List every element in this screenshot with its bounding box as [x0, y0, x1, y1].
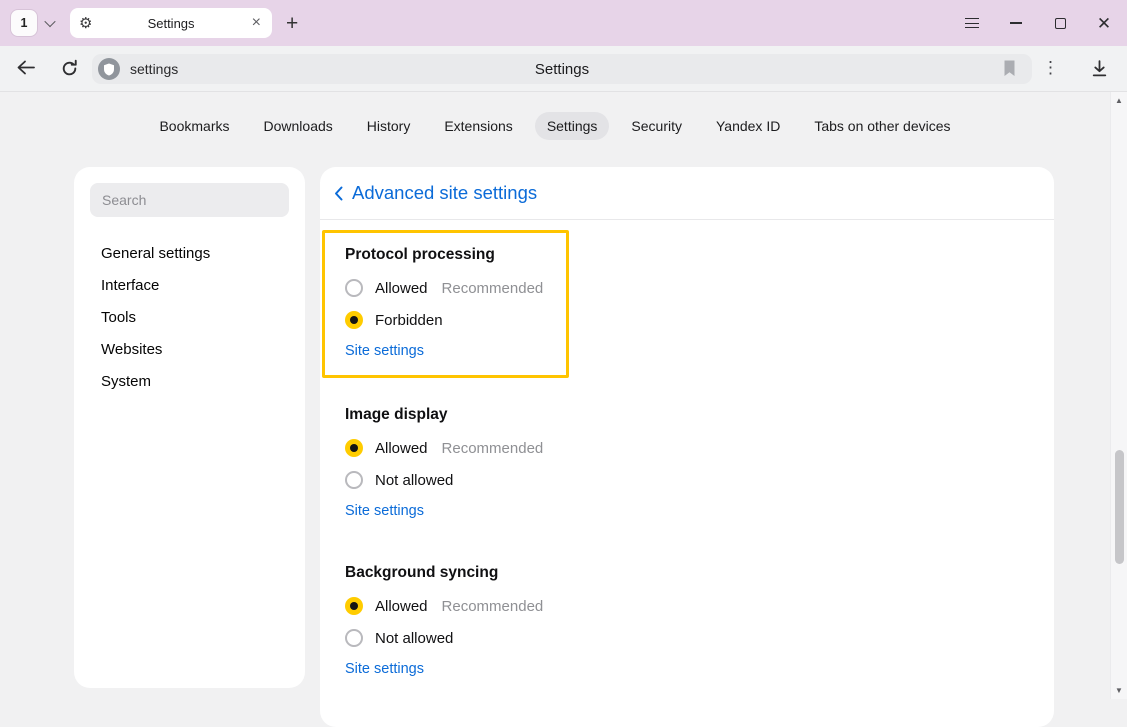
new-tab-button[interactable]: +	[286, 13, 298, 34]
topnav-bookmarks[interactable]: Bookmarks	[147, 112, 241, 140]
tab-group-badge[interactable]: 1	[10, 9, 38, 37]
radio-icon[interactable]	[345, 279, 363, 297]
radio-icon[interactable]	[345, 629, 363, 647]
titlebar: 1 ⚙ Settings × + ✕	[0, 0, 1127, 46]
section-image-display: Image display Allowed Recommended Not al…	[345, 406, 1054, 520]
radio-label: Forbidden	[375, 312, 443, 329]
radio-icon[interactable]	[345, 311, 363, 329]
radio-icon[interactable]	[345, 439, 363, 457]
settings-top-nav: Bookmarks Downloads History Extensions S…	[0, 112, 1110, 140]
section-background-syncing: Background syncing Allowed Recommended N…	[345, 564, 1054, 678]
tab-title: Settings	[92, 16, 249, 31]
settings-sections: Protocol processing Allowed Recommended …	[320, 220, 1054, 678]
radio-icon[interactable]	[345, 597, 363, 615]
page-title: Settings	[535, 61, 589, 78]
scrollbar-thumb[interactable]	[1115, 450, 1124, 564]
sidebar-item-interface[interactable]: Interface	[90, 269, 289, 301]
section-protocol-processing: Protocol processing Allowed Recommended …	[322, 230, 569, 378]
radio-note: Recommended	[442, 280, 544, 297]
section-title: Background syncing	[345, 564, 1054, 582]
site-settings-link[interactable]: Site settings	[345, 503, 424, 519]
topnav-downloads[interactable]: Downloads	[252, 112, 345, 140]
tab-group-chevron-icon[interactable]	[38, 9, 62, 37]
settings-main-panel: Advanced site settings Protocol processi…	[320, 167, 1054, 727]
close-button[interactable]: ✕	[1097, 16, 1111, 30]
scrollbar[interactable]: ▲ ▼	[1110, 92, 1127, 699]
section-title: Image display	[345, 406, 1054, 424]
radio-label: Allowed	[375, 440, 428, 457]
bookmark-icon[interactable]	[1002, 59, 1017, 83]
tab-settings[interactable]: ⚙ Settings ×	[70, 8, 272, 38]
site-settings-link[interactable]: Site settings	[345, 661, 424, 677]
radio-icon[interactable]	[345, 471, 363, 489]
radio-label: Allowed	[375, 280, 428, 297]
radio-option-not-allowed[interactable]: Not allowed	[345, 622, 1054, 654]
radio-option-allowed[interactable]: Allowed Recommended	[345, 590, 1054, 622]
sidebar-item-websites[interactable]: Websites	[90, 333, 289, 365]
scroll-up-icon[interactable]: ▲	[1111, 96, 1127, 105]
sidebar-list: General settings Interface Tools Website…	[90, 237, 289, 397]
sidebar-item-system[interactable]: System	[90, 365, 289, 397]
sidebar-item-general-settings[interactable]: General settings	[90, 237, 289, 269]
scroll-down-icon[interactable]: ▼	[1111, 686, 1127, 695]
maximize-button[interactable]	[1053, 16, 1067, 30]
url-text[interactable]: settings	[130, 61, 178, 77]
radio-option-allowed[interactable]: Allowed Recommended	[345, 432, 1054, 464]
settings-sidebar: General settings Interface Tools Website…	[74, 167, 305, 688]
topnav-extensions[interactable]: Extensions	[432, 112, 524, 140]
site-info-icon[interactable]	[98, 58, 120, 80]
minimize-button[interactable]	[1009, 16, 1023, 30]
topnav-history[interactable]: History	[355, 112, 423, 140]
sidebar-item-tools[interactable]: Tools	[90, 301, 289, 333]
browser-toolbar: settings Settings ⋮	[0, 46, 1127, 92]
reload-button[interactable]	[60, 59, 79, 83]
gear-icon: ⚙	[79, 16, 92, 31]
search-input[interactable]	[90, 183, 289, 217]
address-bar[interactable]: settings Settings	[92, 54, 1032, 84]
topnav-tabs-other-devices[interactable]: Tabs on other devices	[802, 112, 962, 140]
radio-note: Recommended	[442, 440, 544, 457]
menu-icon[interactable]	[965, 16, 979, 30]
topnav-security[interactable]: Security	[619, 112, 694, 140]
advanced-site-settings-title: Advanced site settings	[352, 182, 537, 204]
topnav-settings[interactable]: Settings	[535, 112, 610, 140]
download-icon[interactable]	[1090, 59, 1109, 83]
radio-option-not-allowed[interactable]: Not allowed	[345, 464, 1054, 496]
radio-label: Not allowed	[375, 472, 453, 489]
radio-option-forbidden[interactable]: Forbidden	[345, 304, 556, 336]
section-title: Protocol processing	[345, 246, 556, 264]
advanced-site-settings-header[interactable]: Advanced site settings	[320, 167, 1054, 220]
topnav-yandex-id[interactable]: Yandex ID	[704, 112, 792, 140]
back-chevron-icon	[334, 186, 343, 201]
radio-option-allowed[interactable]: Allowed Recommended	[345, 272, 556, 304]
back-button[interactable]	[16, 59, 36, 81]
radio-label: Not allowed	[375, 630, 453, 647]
tab-close-icon[interactable]: ×	[250, 15, 263, 31]
site-settings-link[interactable]: Site settings	[345, 343, 424, 359]
radio-note: Recommended	[442, 598, 544, 615]
window-controls: ✕	[965, 0, 1111, 46]
kebab-menu-icon[interactable]: ⋮	[1042, 59, 1059, 78]
radio-label: Allowed	[375, 598, 428, 615]
